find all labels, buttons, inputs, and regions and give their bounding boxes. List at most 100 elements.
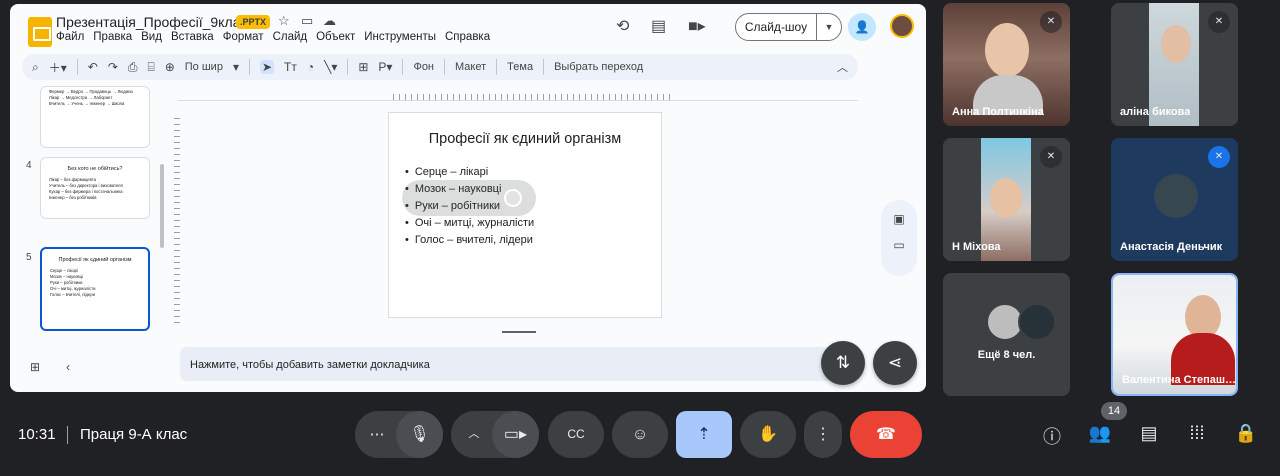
menu-insert[interactable]: Вставка bbox=[171, 31, 214, 43]
toolbar-divider bbox=[248, 59, 250, 75]
participant-tile[interactable]: ✕ Н Міхова bbox=[943, 138, 1070, 261]
thumbnail-bullet: Інженер – без робітників bbox=[49, 195, 97, 200]
present-screen-icon[interactable]: ⇡ bbox=[676, 411, 732, 458]
host-controls-icon[interactable]: 🔒 bbox=[1234, 423, 1258, 444]
mic-off-icon: ✕ bbox=[1040, 11, 1062, 33]
meeting-title: Праця 9-А клас bbox=[80, 426, 188, 443]
notes-resize-handle[interactable] bbox=[502, 331, 536, 333]
chevron-down-icon[interactable]: ▾ bbox=[233, 60, 239, 74]
raise-hand-icon[interactable]: ✋ bbox=[740, 411, 796, 458]
line-icon[interactable]: ╲▾ bbox=[324, 60, 337, 74]
menu-object[interactable]: Объект bbox=[316, 31, 355, 43]
document-title[interactable]: Презентація_Професії_9клас bbox=[56, 14, 247, 30]
paint-format-icon[interactable]: ⌸ bbox=[148, 60, 155, 75]
folder-icon[interactable]: ▭ bbox=[301, 13, 313, 29]
slides-logo-icon[interactable] bbox=[28, 17, 52, 47]
participant-name: Н Міхова bbox=[952, 241, 1001, 253]
collapse-toolbar-icon[interactable]: ︿ bbox=[837, 59, 848, 75]
undo-icon[interactable]: ↶ bbox=[88, 60, 98, 74]
text-box-icon[interactable]: Tᴛ bbox=[284, 60, 297, 74]
captions-icon[interactable]: CC bbox=[548, 411, 604, 458]
menu-format[interactable]: Формат bbox=[223, 31, 264, 43]
zoom-select[interactable]: По шир bbox=[185, 61, 223, 73]
slide-thumbnail-selected[interactable]: Професії як єдиний організм Серце – ліка… bbox=[40, 247, 150, 331]
participant-tile-speaking[interactable]: Валентина Степаш… bbox=[1111, 273, 1238, 396]
redo-icon[interactable]: ↷ bbox=[108, 60, 118, 74]
chevron-down-icon[interactable]: ▼ bbox=[817, 22, 841, 32]
pen-tool-icon[interactable]: P▾ bbox=[378, 60, 392, 74]
activities-icon[interactable]: ⁞⁞⁞ bbox=[1185, 423, 1209, 444]
slide-thumbnail[interactable]: Без кого не обійтись? Лікар – без фармац… bbox=[40, 157, 150, 219]
more-options-icon[interactable]: ⋯ bbox=[362, 411, 392, 458]
canvas-edge bbox=[178, 100, 858, 101]
menu-help[interactable]: Справка bbox=[445, 31, 490, 43]
print-icon[interactable]: ⎙ bbox=[128, 60, 138, 75]
participant-name: Валентина Степаш… bbox=[1122, 374, 1237, 386]
toolbar-divider bbox=[402, 59, 404, 75]
thumbnail-title: Без кого не обійтись? bbox=[67, 166, 123, 172]
chevron-up-icon[interactable]: ︿ bbox=[460, 411, 488, 458]
menu-tools[interactable]: Инструменты bbox=[364, 31, 436, 43]
more-vert-icon[interactable]: ⋮ bbox=[804, 411, 842, 458]
zoom-icon[interactable]: ⊕ bbox=[165, 60, 175, 74]
share-icon[interactable]: ⋖ bbox=[873, 341, 917, 385]
avatar[interactable] bbox=[890, 14, 914, 38]
shape-icon[interactable]: ◔ bbox=[307, 60, 314, 74]
camera-icon[interactable]: ▭▸ bbox=[492, 411, 539, 458]
grid-view-icon[interactable]: ⊞ bbox=[30, 360, 40, 374]
emoji-icon[interactable]: ☺ bbox=[612, 411, 668, 458]
divider bbox=[67, 426, 68, 444]
more-participants-tile[interactable]: Ещё 8 чел. bbox=[943, 273, 1070, 396]
microphone-icon[interactable]: 🎙 bbox=[396, 411, 443, 458]
slideshow-label[interactable]: Слайд-шоу bbox=[736, 14, 817, 40]
share-document-button[interactable]: 👤 bbox=[848, 13, 876, 41]
star-icon[interactable]: ☆ bbox=[278, 13, 290, 29]
folder-icon[interactable]: ▭ bbox=[881, 238, 917, 252]
participant-tile[interactable]: ✕ Анна Полтинкіна bbox=[943, 3, 1070, 126]
comment-add-icon[interactable]: ⊞ bbox=[358, 60, 368, 74]
leave-call-icon[interactable]: ☎ bbox=[850, 411, 922, 458]
history-icon[interactable]: ⟲ bbox=[616, 16, 629, 36]
chat-icon[interactable]: ▤ bbox=[1137, 423, 1161, 444]
more-participants-label: Ещё 8 чел. bbox=[977, 349, 1036, 361]
select-cursor-icon[interactable]: ➤ bbox=[259, 60, 275, 74]
toolbar-divider bbox=[76, 59, 78, 75]
transition-button[interactable]: Выбрать переход bbox=[554, 61, 643, 73]
slide-thumbnail[interactable]: Фермер → Ведро → Продавець → Людина Ліка… bbox=[40, 86, 150, 148]
menu-bar: Файл Правка Вид Вставка Формат Слайд Объ… bbox=[56, 31, 490, 43]
people-icon[interactable]: 👥 bbox=[1088, 423, 1112, 444]
shared-presentation: Презентація_Професії_9клас .PPTX ☆ ▭ ☁ Ф… bbox=[10, 4, 926, 392]
slide-title[interactable]: Професії як єдиний організм bbox=[389, 131, 661, 147]
overflow-avatars bbox=[986, 303, 1066, 343]
search-icon[interactable]: ⌕ bbox=[32, 60, 39, 75]
slide-bullet: Серце – лікарі bbox=[405, 164, 534, 181]
comments-icon[interactable]: ▤ bbox=[651, 16, 666, 36]
background-button[interactable]: Фон bbox=[413, 61, 434, 73]
mic-off-icon: ✕ bbox=[1208, 11, 1230, 33]
participant-name: Анастасія Деньчик bbox=[1120, 241, 1223, 253]
avatar bbox=[1018, 303, 1056, 341]
video-call-icon[interactable]: ■▸ bbox=[688, 16, 706, 36]
toolbar-divider bbox=[444, 59, 446, 75]
theme-button[interactable]: Тема bbox=[507, 61, 533, 73]
menu-edit[interactable]: Правка bbox=[93, 31, 132, 43]
layout-button[interactable]: Макет bbox=[455, 61, 486, 73]
new-slide-icon[interactable]: ＋▾ bbox=[49, 59, 67, 76]
menu-slide[interactable]: Слайд bbox=[273, 31, 308, 43]
speaker-notes[interactable]: Нажмите, чтобы добавить заметки докладчи… bbox=[180, 347, 860, 381]
menu-file[interactable]: Файл bbox=[56, 31, 84, 43]
vertical-ruler bbox=[174, 118, 180, 326]
slideshow-button[interactable]: Слайд-шоу ▼ bbox=[735, 13, 842, 41]
toolbar-divider bbox=[496, 59, 498, 75]
participant-tile[interactable]: ✕ аліна бикова bbox=[1111, 3, 1238, 126]
menu-view[interactable]: Вид bbox=[141, 31, 162, 43]
info-icon[interactable]: ⓘ bbox=[1040, 423, 1064, 449]
keep-icon[interactable]: ▣ bbox=[881, 212, 917, 226]
chevron-left-icon[interactable]: ‹ bbox=[66, 360, 70, 374]
participant-tile[interactable]: ✕ Анастасія Деньчик bbox=[1111, 138, 1238, 261]
slide-number: 5 bbox=[26, 252, 32, 263]
cloud-icon[interactable]: ☁ bbox=[323, 13, 336, 29]
filmstrip-scrollbar[interactable] bbox=[160, 164, 164, 248]
meeting-clock: 10:31 bbox=[18, 426, 56, 443]
reorder-icon[interactable]: ⇅ bbox=[821, 341, 865, 385]
